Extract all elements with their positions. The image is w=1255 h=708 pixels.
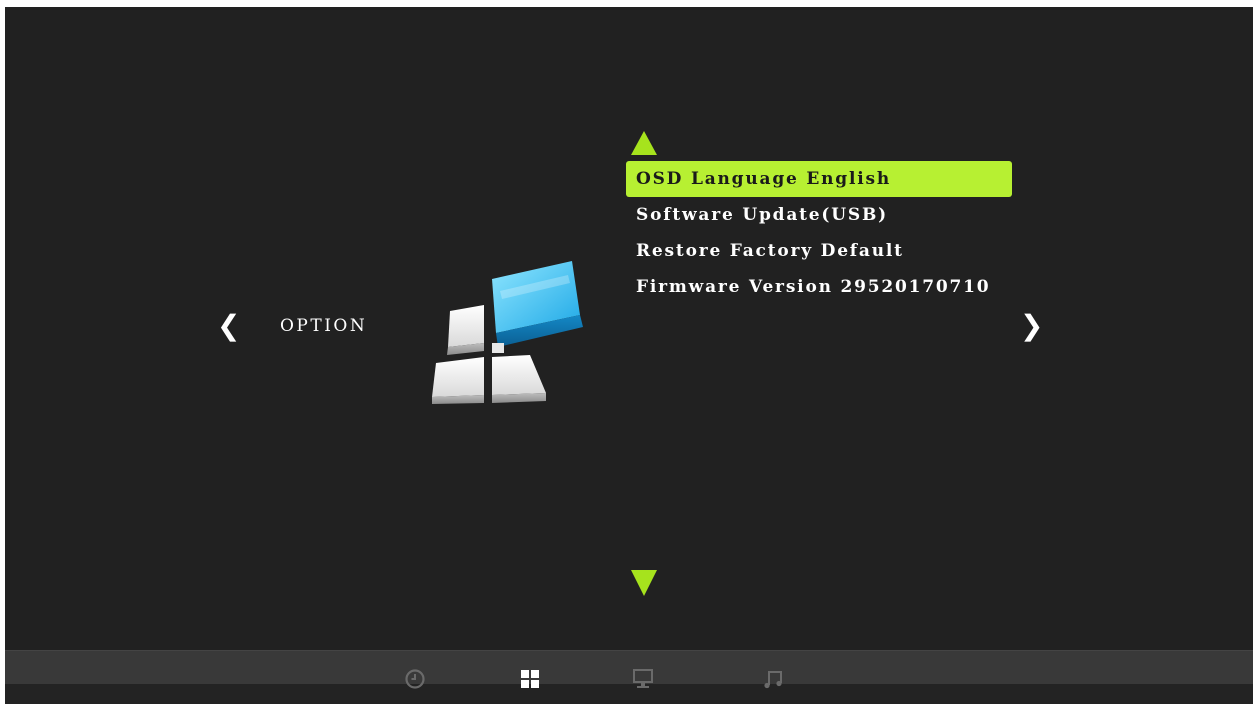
- option-menu: OSD Language English Software Update(USB…: [626, 161, 1012, 305]
- osd-screen: ❮ OPTION OSD Language English Software U…: [5, 7, 1253, 704]
- menu-item-osd-language[interactable]: OSD Language English: [626, 161, 1012, 197]
- option-tiles-icon: [432, 261, 583, 404]
- category-title: OPTION: [280, 316, 368, 336]
- chevron-right-icon[interactable]: ❯: [1020, 312, 1043, 340]
- music-note-icon[interactable]: [761, 667, 785, 691]
- scroll-up-icon[interactable]: [631, 131, 657, 155]
- menu-item-firmware-version[interactable]: Firmware Version 29520170710: [626, 269, 1012, 305]
- bottom-strip: [5, 684, 1253, 704]
- grid-icon[interactable]: [518, 667, 542, 691]
- menu-item-restore-default[interactable]: Restore Factory Default: [626, 233, 1012, 269]
- scroll-down-icon[interactable]: [631, 570, 657, 596]
- clock-icon[interactable]: [403, 667, 427, 691]
- menu-item-software-update[interactable]: Software Update(USB): [626, 197, 1012, 233]
- bottom-tab-bar: [5, 650, 1253, 684]
- chevron-left-icon[interactable]: ❮: [217, 312, 240, 340]
- monitor-icon[interactable]: [631, 667, 655, 691]
